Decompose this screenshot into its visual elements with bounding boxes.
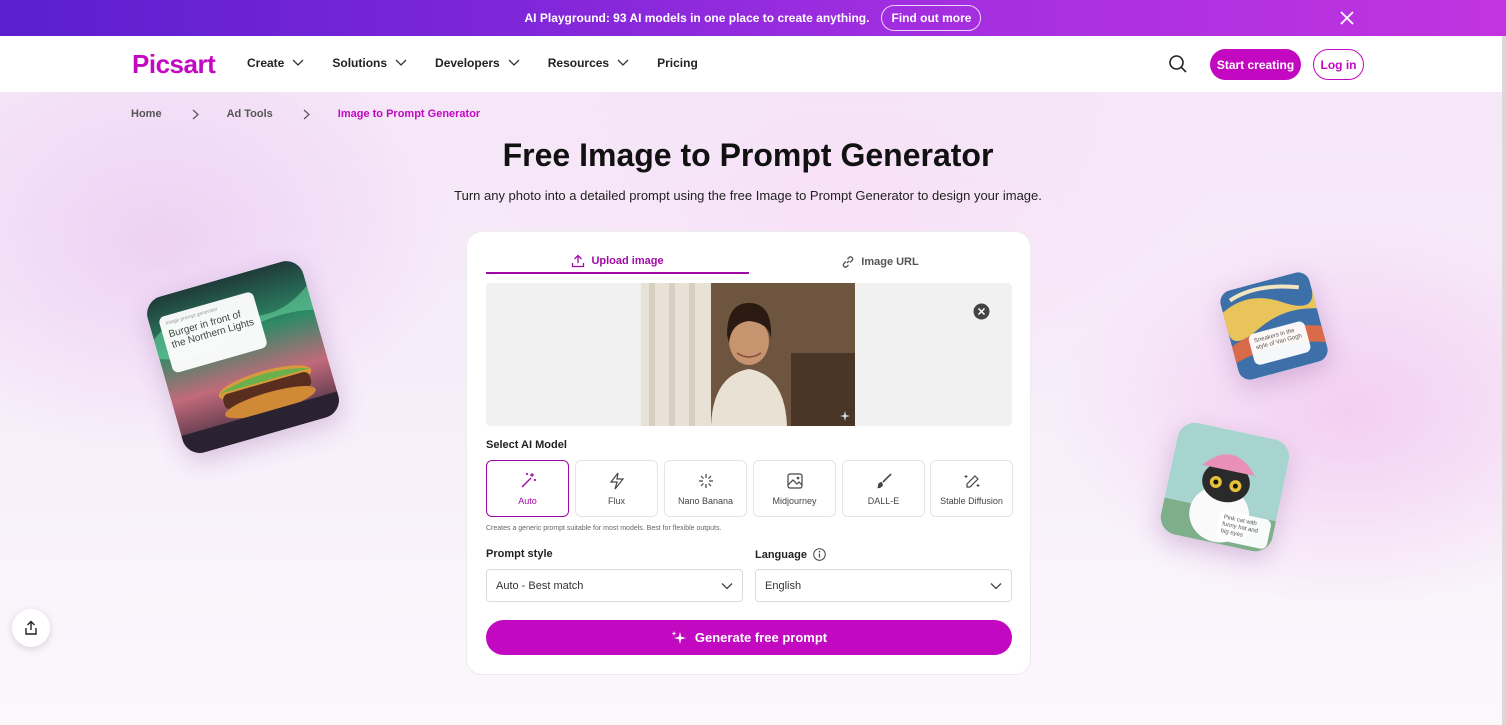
page-title: Free Image to Prompt Generator (502, 137, 994, 173)
menu-developers[interactable]: Developers (435, 56, 520, 70)
generate-prompt-button[interactable]: Generate free prompt (486, 620, 1012, 655)
chevron-down-icon (292, 59, 304, 66)
language-label: Language (755, 548, 807, 561)
tab-url-label: Image URL (861, 256, 919, 268)
link-icon (842, 256, 854, 268)
uploaded-image-preview (486, 283, 1012, 426)
start-creating-button[interactable]: Start creating (1210, 49, 1301, 80)
share-button[interactable] (12, 609, 50, 647)
brush-icon (876, 472, 892, 488)
model-midjourney-label: Midjourney (772, 495, 817, 506)
page-subtitle: Turn any photo into a detailed prompt us… (454, 188, 1042, 203)
model-hint: Creates a generic prompt suitable for mo… (486, 525, 722, 532)
prompt-style-value: Auto - Best match (496, 579, 584, 592)
tab-image-url[interactable]: Image URL (749, 250, 1011, 274)
sparkle-burst-icon (698, 473, 713, 488)
cat-example-card: Pink cat with funny hat and big eyes (1157, 419, 1293, 555)
menu-create-label: Create (247, 56, 285, 70)
prompt-style-select[interactable]: Auto - Best match (486, 569, 743, 602)
lightning-icon (609, 472, 624, 489)
scrollbar-track[interactable] (1502, 36, 1506, 725)
chevron-down-icon (721, 583, 733, 590)
find-out-more-button[interactable]: Find out more (881, 5, 982, 31)
log-in-button[interactable]: Log in (1313, 49, 1364, 80)
language-select[interactable]: English (755, 569, 1012, 602)
image-icon (786, 472, 803, 489)
model-stable-diffusion-label: Stable Diffusion (940, 495, 1003, 506)
picsart-logo[interactable]: Picsart (132, 49, 216, 80)
portrait-image (641, 283, 855, 426)
prompt-style-label: Prompt style (486, 548, 553, 560)
uploaded-photo (641, 283, 855, 426)
magic-wand-icon (521, 472, 536, 487)
select-model-label: Select AI Model (486, 439, 567, 451)
pencil-sparkle-icon (964, 474, 979, 488)
menu-pricing-label: Pricing (657, 56, 698, 70)
model-nano-banana-label: Nano Banana (677, 495, 734, 506)
sparkles-icon (671, 630, 686, 644)
main-menu: Create Solutions Developers Resources Pr… (247, 56, 726, 70)
sparkle-icon (840, 411, 850, 421)
share-icon (25, 620, 37, 635)
breadcrumb-ad-tools[interactable]: Ad Tools (227, 108, 273, 120)
promo-text: AI Playground: 93 AI models in one place… (524, 11, 870, 25)
menu-resources-label: Resources (547, 56, 610, 70)
model-auto-label: Auto (518, 495, 537, 506)
promo-banner: AI Playground: 93 AI models in one place… (0, 0, 1506, 36)
chevron-down-icon (990, 583, 1002, 590)
source-tabs: Upload image Image URL (486, 250, 1011, 274)
chevron-down-icon (508, 59, 520, 66)
model-dall-e-label: DALL-E (867, 495, 900, 506)
chevron-right-icon (303, 109, 310, 119)
model-selector: Auto Flux Nano Banana Midjourney DALL-E … (486, 460, 1013, 517)
generate-label: Generate free prompt (694, 630, 828, 645)
breadcrumb-current: Image to Prompt Generator (337, 108, 481, 120)
tab-upload-label: Upload image (591, 255, 664, 267)
model-stable-diffusion[interactable]: Stable Diffusion (930, 460, 1013, 517)
chevron-right-icon (192, 109, 199, 119)
chevron-down-icon (395, 59, 407, 66)
remove-image-icon[interactable] (973, 303, 990, 320)
tab-upload-image[interactable]: Upload image (486, 250, 749, 274)
model-flux-label: Flux (607, 495, 625, 506)
top-nav: Picsart Create Solutions Developers Reso… (0, 36, 1506, 92)
chevron-down-icon (617, 59, 629, 66)
prompt-generator-card: Upload image Image URL Select AI Model A… (466, 231, 1031, 675)
language-label-row: Language (755, 548, 826, 561)
breadcrumb: Home Ad Tools Image to Prompt Generator (131, 108, 480, 120)
search-icon[interactable] (1168, 54, 1188, 74)
model-nano-banana[interactable]: Nano Banana (664, 460, 747, 517)
model-dall-e[interactable]: DALL-E (842, 460, 925, 517)
menu-create[interactable]: Create (247, 56, 304, 70)
breadcrumb-home[interactable]: Home (131, 108, 162, 120)
menu-developers-label: Developers (435, 56, 500, 70)
menu-solutions-label: Solutions (332, 56, 388, 70)
menu-pricing[interactable]: Pricing (657, 56, 698, 70)
model-auto[interactable]: Auto (486, 460, 569, 517)
language-value: English (765, 579, 802, 592)
model-midjourney[interactable]: Midjourney (753, 460, 836, 517)
close-icon[interactable] (1338, 9, 1356, 27)
info-icon[interactable] (813, 548, 826, 561)
model-flux[interactable]: Flux (575, 460, 658, 517)
upload-icon (572, 254, 585, 268)
menu-solutions[interactable]: Solutions (332, 56, 407, 70)
menu-resources[interactable]: Resources (548, 56, 629, 70)
